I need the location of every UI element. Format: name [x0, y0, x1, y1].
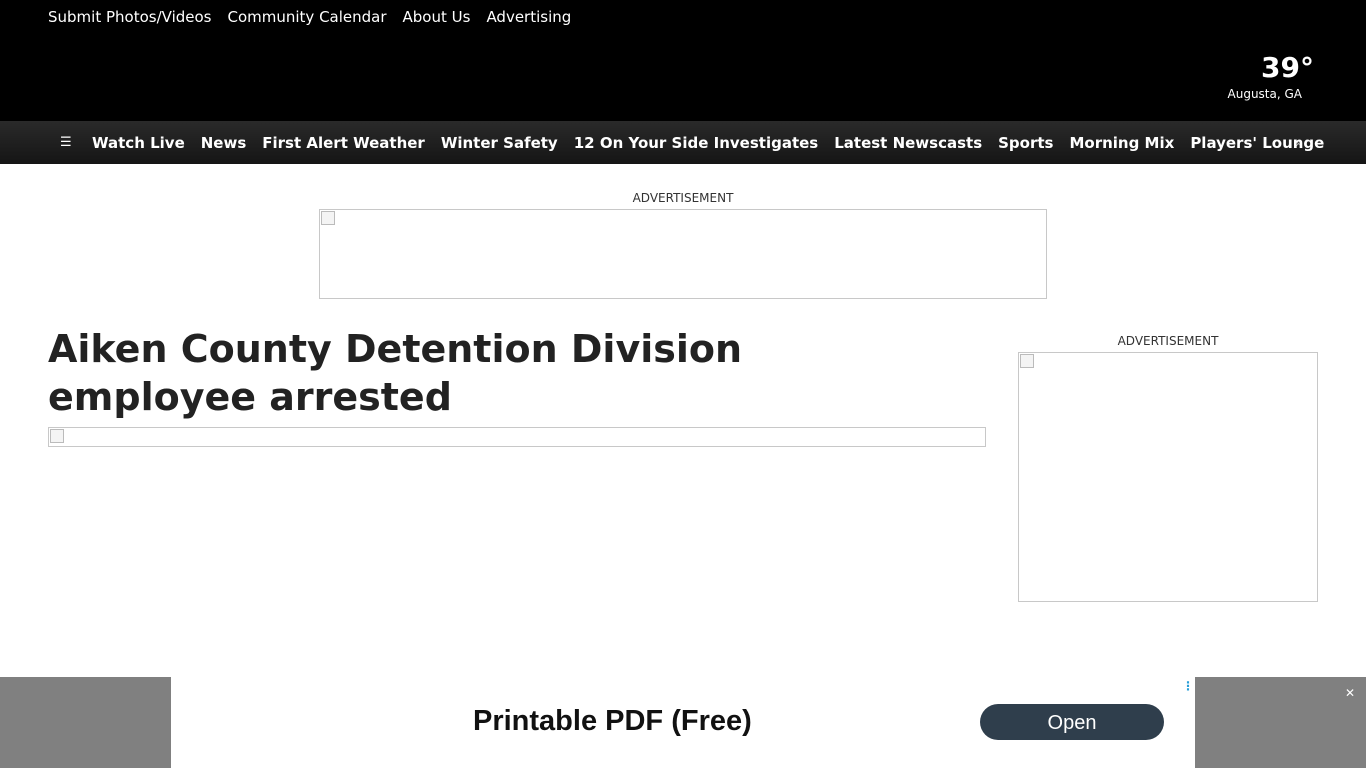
nav-item-first-alert-weather[interactable]: First Alert Weather	[262, 134, 425, 152]
utility-link-submit-photos[interactable]: Submit Photos/Videos	[48, 6, 211, 28]
nav-item-investigates[interactable]: 12 On Your Side Investigates	[574, 134, 819, 152]
search-icon[interactable]: ⌕	[1296, 135, 1310, 150]
ad-top-banner[interactable]	[319, 209, 1047, 299]
bottom-ad[interactable]: Printable PDF (Free) Open ⋮	[171, 677, 1195, 768]
weather-widget[interactable]: 39° Augusta, GA	[1228, 50, 1314, 102]
ad-top-label: ADVERTISEMENT	[632, 191, 734, 205]
nav-item-watch-live[interactable]: Watch Live	[92, 134, 185, 152]
nav-item-latest-newscasts[interactable]: Latest Newscasts	[834, 134, 982, 152]
utility-link-about-us[interactable]: About Us	[403, 6, 471, 28]
weather-temperature: 39°	[1261, 51, 1314, 84]
ad-side-label: ADVERTISEMENT	[1117, 334, 1219, 348]
bottom-ad-headline: Printable PDF (Free)	[473, 705, 752, 737]
nav-item-winter-safety[interactable]: Winter Safety	[441, 134, 558, 152]
utility-links: Submit Photos/Videos Community Calendar …	[48, 6, 571, 28]
menu-icon[interactable]: ☰	[60, 135, 74, 150]
utility-link-advertising[interactable]: Advertising	[486, 6, 571, 28]
close-icon[interactable]: ✕	[1345, 686, 1355, 700]
broken-image-icon	[1020, 354, 1034, 368]
utility-link-community-calendar[interactable]: Community Calendar	[227, 6, 386, 28]
nav-items: Watch Live News First Alert Weather Wint…	[92, 121, 1324, 164]
nav-item-morning-mix[interactable]: Morning Mix	[1069, 134, 1174, 152]
article-title: Aiken County Detention Division employee…	[48, 327, 743, 419]
article-image	[48, 427, 986, 447]
main-nav: ☰ Watch Live News First Alert Weather Wi…	[0, 121, 1366, 164]
broken-image-icon	[50, 429, 64, 443]
open-button[interactable]: Open	[980, 704, 1164, 740]
ad-side-banner[interactable]	[1018, 352, 1318, 602]
adchoice-icon[interactable]: ⋮	[1182, 679, 1194, 693]
broken-image-icon	[321, 211, 335, 225]
nav-item-news[interactable]: News	[201, 134, 247, 152]
bottom-ad-overlay: Printable PDF (Free) Open ⋮ ✕	[0, 677, 1366, 768]
site-header: Submit Photos/Videos Community Calendar …	[0, 0, 1366, 121]
weather-location: Augusta, GA	[1227, 87, 1302, 101]
nav-item-sports[interactable]: Sports	[998, 134, 1053, 152]
